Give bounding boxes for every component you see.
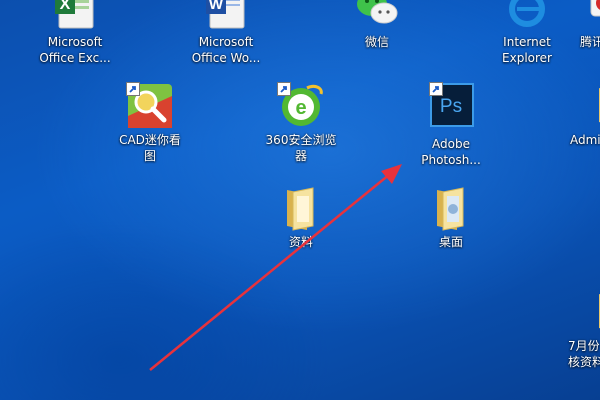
shortcut-arrow-icon bbox=[126, 82, 140, 96]
icon-label: 7月份 核资料 bbox=[568, 339, 600, 369]
desktop-icon-wechat[interactable]: 微信 bbox=[334, 0, 420, 50]
desktop-icon-tencent[interactable]: 腾讯 bbox=[554, 0, 600, 50]
desktop-icon-admin-folder[interactable]: Admi bbox=[554, 82, 600, 148]
wechat-icon bbox=[353, 0, 401, 32]
desktop-icon-cad-viewer[interactable]: CAD迷你看 图 bbox=[107, 82, 193, 164]
svg-text:X: X bbox=[60, 0, 71, 13]
desktop-icon-desktop-folder[interactable]: 桌面 bbox=[408, 184, 494, 250]
icon-label: 资料 bbox=[288, 235, 313, 249]
desktop: X Microsoft Office Exc... W Microsoft Of… bbox=[0, 0, 600, 400]
word-icon: W bbox=[202, 0, 250, 32]
icon-label: 桌面 bbox=[438, 235, 463, 249]
icon-label: Adobe Photosh... bbox=[421, 137, 481, 167]
desktop-icon-360-browser[interactable]: e 360安全浏览 器 bbox=[258, 82, 344, 164]
icon-label: 腾讯 bbox=[580, 35, 600, 49]
cad-viewer-icon bbox=[126, 82, 174, 130]
icon-label: CAD迷你看 图 bbox=[119, 133, 181, 163]
desktop-icon-july-folder[interactable]: 7月份 核资料 bbox=[554, 288, 600, 370]
folder-icon bbox=[427, 184, 475, 232]
folder-icon bbox=[573, 82, 600, 130]
desktop-icon-word[interactable]: W Microsoft Office Wo... bbox=[183, 0, 269, 66]
icon-label: Admi bbox=[570, 133, 600, 147]
desktop-icon-photoshop[interactable]: Ps Adobe Photosh... bbox=[408, 82, 494, 168]
photoshop-icon: Ps bbox=[427, 82, 475, 130]
icon-label: Microsoft Office Wo... bbox=[191, 35, 261, 65]
svg-text:Ps: Ps bbox=[440, 96, 462, 117]
icon-label: 微信 bbox=[364, 35, 389, 49]
folder-icon bbox=[277, 184, 325, 232]
shortcut-arrow-icon bbox=[277, 82, 291, 96]
shortcut-arrow-icon bbox=[429, 82, 443, 96]
icon-label: 360安全浏览 器 bbox=[265, 133, 337, 163]
excel-icon: X bbox=[51, 0, 99, 32]
folder-icon bbox=[573, 288, 600, 336]
360-browser-icon: e bbox=[277, 82, 325, 130]
svg-text:W: W bbox=[209, 0, 224, 13]
icon-label: Microsoft Office Exc... bbox=[39, 35, 111, 65]
ie-icon bbox=[503, 0, 551, 32]
svg-text:e: e bbox=[295, 97, 306, 119]
tencent-icon bbox=[573, 0, 600, 32]
desktop-icon-data-folder[interactable]: 资料 bbox=[258, 184, 344, 250]
desktop-icon-excel[interactable]: X Microsoft Office Exc... bbox=[32, 0, 118, 66]
